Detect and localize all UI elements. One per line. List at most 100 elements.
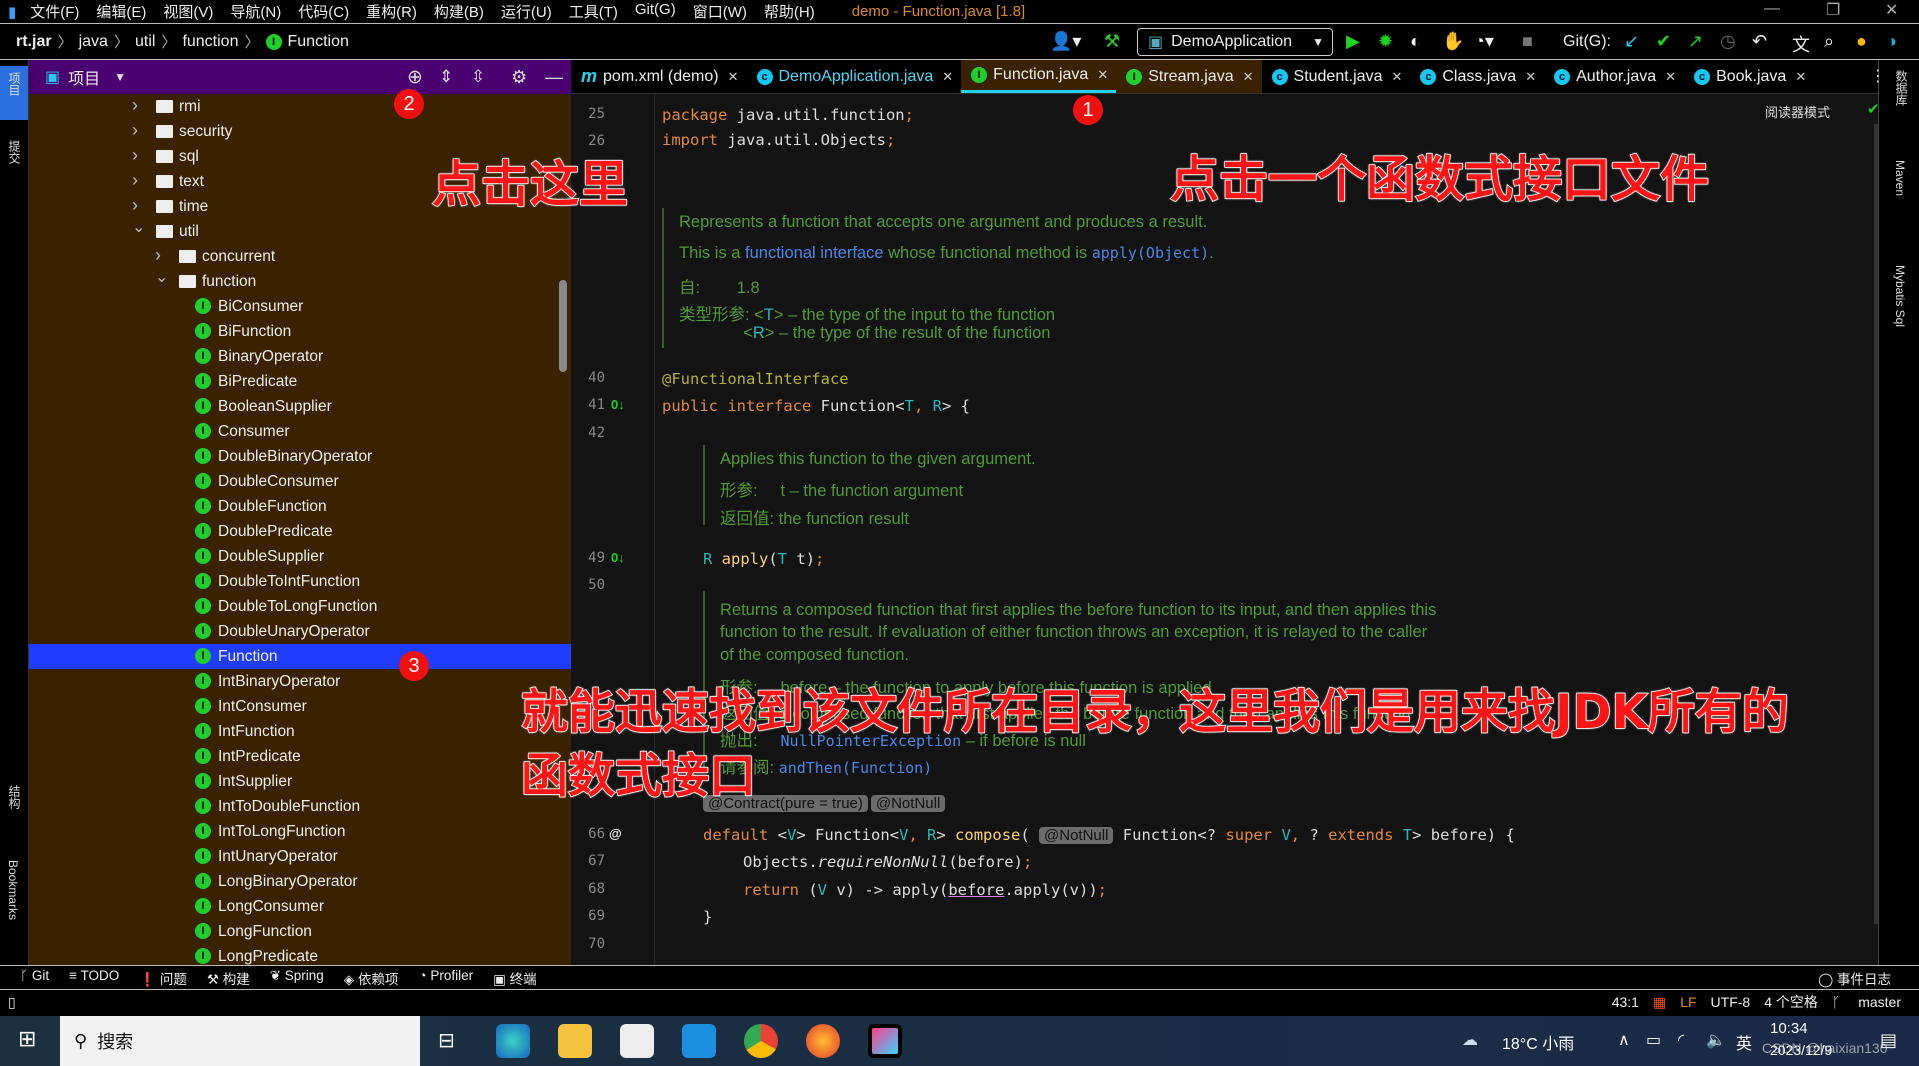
ime-indicator[interactable]: 英	[1736, 1030, 1752, 1054]
tab-demoapplication-java[interactable]: c DemoApplication.java ✕	[747, 60, 962, 93]
tray-chevron-icon[interactable]: ∧	[1618, 1030, 1630, 1050]
file-encoding[interactable]: UTF-8	[1711, 994, 1751, 1010]
tree-item[interactable]: I IntUnaryOperator	[29, 844, 571, 869]
tree-item[interactable]: I BiPredicate	[29, 369, 571, 394]
intellij-taskbar-icon[interactable]	[868, 1024, 902, 1058]
tree-item[interactable]: I LongFunction	[29, 919, 571, 944]
chevron-right-icon[interactable]: ›	[132, 170, 138, 191]
tree-item[interactable]: I IntBinaryOperator	[29, 669, 571, 694]
tree-item[interactable]: ⌄ function	[29, 269, 571, 294]
breadcrumb-item[interactable]: function	[182, 33, 238, 51]
indent-setting[interactable]: 4 个空格	[1764, 992, 1818, 1012]
restore-button[interactable]: ❐	[1826, 0, 1840, 20]
coverage-icon[interactable]: ◐	[1410, 31, 1421, 52]
tree-item[interactable]: I IntPredicate	[29, 744, 571, 769]
translate-icon[interactable]: 文	[1792, 31, 1810, 57]
tree-item[interactable]: ⌄ util	[29, 219, 571, 244]
tab-student-java[interactable]: c Student.java ✕	[1262, 60, 1411, 93]
store-icon[interactable]	[620, 1024, 654, 1058]
taskbar-search[interactable]: ⚲ 搜索	[60, 1016, 420, 1066]
search-icon[interactable]: ⌕	[1824, 31, 1834, 52]
tree-item[interactable]: I LongConsumer	[29, 894, 571, 919]
tree-item[interactable]: I IntSupplier	[29, 769, 571, 794]
mail-icon[interactable]	[682, 1024, 716, 1058]
tree-item[interactable]: I DoubleConsumer	[29, 469, 571, 494]
git-push-icon[interactable]: ↗	[1688, 31, 1703, 52]
menu-item[interactable]: 视图(V)	[163, 1, 213, 22]
run-configuration-select[interactable]: ▣ DemoApplication ▼	[1137, 28, 1333, 56]
plugin-icon[interactable]: ◗	[1888, 31, 1899, 52]
tree-item[interactable]: I Function	[29, 644, 571, 669]
tree-item[interactable]: I DoubleSupplier	[29, 544, 571, 569]
expand-all-icon[interactable]: ⇕	[439, 67, 453, 87]
tree-item[interactable]: I DoubleToIntFunction	[29, 569, 571, 594]
debug-icon[interactable]: ✹	[1378, 31, 1393, 52]
breadcrumb-item[interactable]: util	[135, 33, 155, 51]
menu-item[interactable]: 导航(N)	[230, 1, 281, 22]
locate-file-icon[interactable]: ⊕	[407, 66, 423, 89]
menu-item[interactable]: 代码(C)	[298, 1, 349, 22]
project-tool-button[interactable]: 项目	[6, 72, 23, 96]
doc-link[interactable]: apply(Object)	[1092, 244, 1209, 262]
build-hammer-icon[interactable]: ⚒	[1104, 31, 1120, 52]
hide-panel-icon[interactable]: —	[545, 67, 563, 88]
doc-link[interactable]: andThen(Function)	[779, 759, 933, 777]
chevron-right-icon[interactable]: ›	[132, 95, 138, 116]
gear-icon[interactable]: ⚙	[511, 67, 527, 88]
profile-icon[interactable]: ◔▾	[1474, 31, 1494, 52]
menu-item[interactable]: 重构(R)	[366, 1, 417, 22]
maven-tool-button[interactable]: Maven	[1893, 160, 1907, 196]
menu-item[interactable]: 文件(F)	[30, 1, 79, 22]
menu-item[interactable]: 窗口(W)	[693, 1, 747, 22]
tree-item[interactable]: I LongPredicate	[29, 944, 571, 965]
chevron-right-icon[interactable]: ›	[155, 245, 161, 266]
event-log-button[interactable]: ◯ 事件日志	[1818, 968, 1891, 988]
file-explorer-icon[interactable]	[558, 1024, 592, 1058]
tree-item[interactable]: I DoubleUnaryOperator	[29, 619, 571, 644]
close-tab-icon[interactable]: ✕	[1391, 69, 1402, 85]
reader-mode-toggle[interactable]: 阅读器模式	[1765, 102, 1830, 121]
implementations-gutter-icon[interactable]: 0↓	[611, 397, 625, 412]
tree-item[interactable]: I IntToLongFunction	[29, 819, 571, 844]
structure-tool-button[interactable]: 结构	[6, 785, 23, 809]
chevron-right-icon[interactable]: ›	[132, 120, 138, 141]
close-tab-icon[interactable]: ✕	[1243, 69, 1254, 85]
tool-window-git[interactable]: ᚴ Git	[20, 968, 49, 988]
collapse-all-icon[interactable]: ⇳	[471, 67, 485, 87]
breadcrumb-item[interactable]: rt.jar	[16, 33, 52, 51]
run-icon[interactable]: ▶	[1346, 31, 1360, 52]
clock-time[interactable]: 10:34	[1770, 1020, 1808, 1037]
bookmarks-tool-button[interactable]: Bookmarks	[6, 860, 20, 920]
tree-item[interactable]: › concurrent	[29, 244, 571, 269]
tree-item[interactable]: I BooleanSupplier	[29, 394, 571, 419]
git-branch[interactable]: ᚴ master	[1832, 994, 1901, 1010]
annotation-gutter-icon[interactable]: @	[609, 826, 622, 841]
close-tab-icon[interactable]: ✕	[1795, 69, 1806, 85]
tool-window-问题[interactable]: ❗ 问题	[139, 968, 187, 988]
git-commit-icon[interactable]: ✔	[1656, 31, 1671, 52]
tab-stream-java[interactable]: I Stream.java ✕	[1116, 60, 1262, 93]
close-tab-icon[interactable]: ✕	[1097, 67, 1108, 83]
menu-item[interactable]: 帮助(H)	[764, 1, 815, 22]
menu-item[interactable]: 工具(T)	[569, 1, 618, 22]
stop-icon[interactable]: ■	[1522, 31, 1533, 52]
firefox-icon[interactable]	[806, 1024, 840, 1058]
tree-item[interactable]: › security	[29, 119, 571, 144]
task-view-icon[interactable]: ⊟	[438, 1028, 455, 1053]
tree-item[interactable]: I DoubleToLongFunction	[29, 594, 571, 619]
tree-item[interactable]: I BiFunction	[29, 319, 571, 344]
tree-item[interactable]: I DoubleBinaryOperator	[29, 444, 571, 469]
menu-item[interactable]: 编辑(E)	[96, 1, 146, 22]
line-separator[interactable]: LF	[1680, 994, 1696, 1010]
tab-class-java[interactable]: c Class.java ✕	[1410, 60, 1544, 93]
tree-item[interactable]: I IntFunction	[29, 719, 571, 744]
doc-link[interactable]: functional interface	[745, 244, 884, 262]
edge-icon[interactable]	[496, 1024, 530, 1058]
chevron-down-icon[interactable]: ▼	[114, 70, 126, 84]
menu-item[interactable]: 运行(U)	[501, 1, 552, 22]
chrome-icon[interactable]	[744, 1024, 778, 1058]
tree-item[interactable]: › rmi	[29, 94, 571, 119]
tree-item[interactable]: I DoubleFunction	[29, 494, 571, 519]
chevron-right-icon[interactable]: ›	[132, 145, 138, 166]
close-tab-icon[interactable]: ✕	[1665, 69, 1676, 85]
